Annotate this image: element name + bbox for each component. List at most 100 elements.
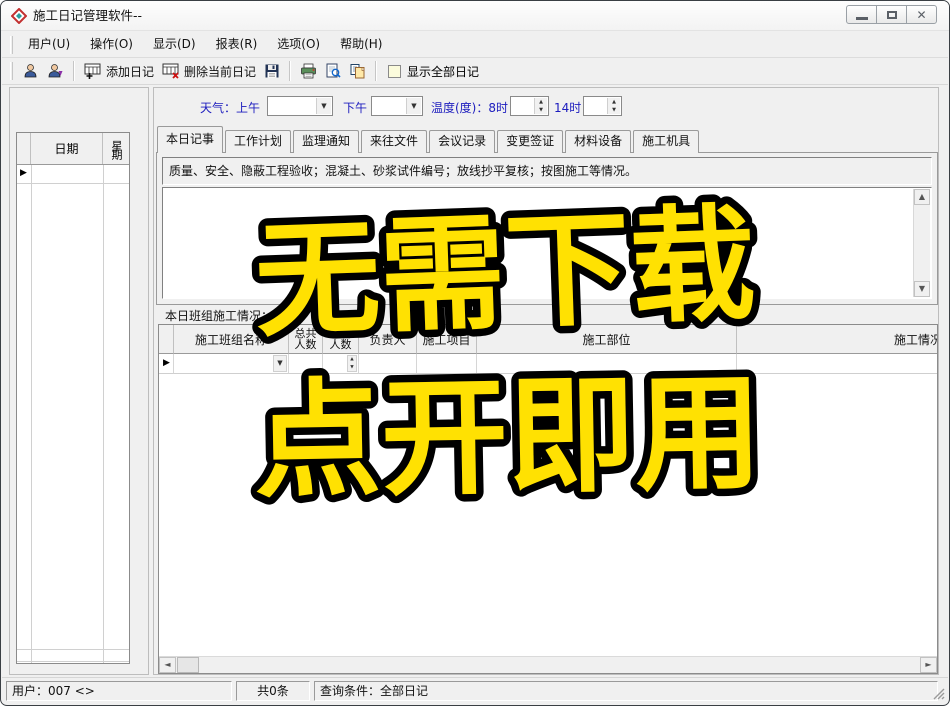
grid-line bbox=[17, 649, 129, 650]
spin-down-icon: ▼ bbox=[348, 364, 356, 372]
tab-meeting-minutes[interactable]: 会议记录 bbox=[429, 130, 495, 153]
delete-diary-button[interactable] bbox=[158, 61, 184, 81]
tab-change-visa[interactable]: 变更签证 bbox=[497, 130, 563, 153]
user-logout-button[interactable] bbox=[43, 61, 68, 81]
user-login-button[interactable] bbox=[18, 61, 43, 81]
crew-location-header: 施工部位 bbox=[477, 325, 737, 354]
resize-grip[interactable] bbox=[932, 687, 945, 700]
spin-up-icon: ▲ bbox=[348, 356, 356, 364]
export-button[interactable] bbox=[345, 61, 370, 81]
diary-memo[interactable]: ▲ ▼ bbox=[162, 187, 932, 299]
dropdown-arrow-icon[interactable]: ▼ bbox=[406, 98, 421, 114]
crew-grid-horizontal-scrollbar[interactable]: ◄ ► bbox=[159, 656, 937, 673]
tab-daily-notes[interactable]: 本日记事 bbox=[157, 126, 223, 153]
weather-morning-label: 天气：上午 bbox=[200, 99, 260, 116]
diary-hint-text: 质量、安全、隐蔽工程验收；混凝土、砂浆试件编号；放线抄平复核；按图施工等情况。 bbox=[162, 157, 932, 185]
weather-morning-select[interactable]: ▼ bbox=[267, 96, 333, 116]
tab-correspondence[interactable]: 来往文件 bbox=[361, 130, 427, 153]
copy-pages-icon bbox=[349, 63, 366, 79]
memo-vertical-scrollbar[interactable]: ▲ ▼ bbox=[913, 189, 930, 297]
printer-icon bbox=[300, 63, 317, 79]
window-title: 施工日记管理软件-- bbox=[33, 1, 142, 31]
temp-8h-label: 温度(度)：8时 bbox=[431, 99, 508, 116]
week-column-header: 星期 bbox=[103, 133, 129, 164]
crew-leader-cell[interactable] bbox=[359, 354, 417, 374]
crew-team-cell[interactable]: ▼ bbox=[174, 354, 289, 374]
print-button[interactable] bbox=[296, 61, 321, 81]
preview-button[interactable] bbox=[321, 61, 345, 81]
app-icon bbox=[11, 8, 27, 24]
scroll-right-icon[interactable]: ► bbox=[920, 657, 937, 673]
status-count: 共0条 bbox=[236, 681, 310, 701]
main-panel: 天气：上午 ▼ 下午 ▼ 温度(度)：8时 ▲ ▼ 14时 ▲ ▼ bbox=[153, 87, 939, 675]
tab-work-plan[interactable]: 工作计划 bbox=[225, 130, 291, 153]
crew-total-header: 总共 人数 bbox=[289, 325, 323, 354]
restore-button[interactable] bbox=[876, 5, 907, 24]
menu-operate[interactable]: 操作(O) bbox=[80, 32, 143, 57]
save-button[interactable] bbox=[260, 61, 284, 81]
crew-attend-cell[interactable]: ▲ ▼ bbox=[323, 354, 359, 374]
dropdown-arrow-icon[interactable]: ▼ bbox=[273, 355, 287, 372]
delete-diary-icon bbox=[162, 63, 180, 79]
tab-materials-equipment[interactable]: 材料设备 bbox=[565, 130, 631, 153]
temp-14h-label: 14时 bbox=[554, 99, 581, 116]
menu-display[interactable]: 显示(D) bbox=[143, 32, 206, 57]
user-icon bbox=[22, 63, 39, 79]
status-bar: 用户：007 <> 共0条 查询条件：全部日记 bbox=[2, 677, 948, 704]
menu-report[interactable]: 报表(R) bbox=[206, 32, 268, 57]
preview-icon bbox=[325, 63, 341, 79]
tab-supervision-notice[interactable]: 监理通知 bbox=[293, 130, 359, 153]
spinner-buttons[interactable]: ▲ ▼ bbox=[607, 98, 620, 114]
grid-line bbox=[17, 183, 129, 184]
date-column-header: 日期 bbox=[31, 133, 103, 164]
crew-project-cell[interactable] bbox=[417, 354, 477, 374]
crew-grid[interactable]: 施工班组名称 总共 人数 出勤 人数 负责人 施工项目 施工部位 施工情况 ▶ … bbox=[158, 324, 938, 674]
date-grid[interactable]: 日期 星期 ▶ bbox=[16, 132, 130, 664]
add-diary-label: 添加日记 bbox=[106, 63, 154, 80]
spin-down-icon: ▼ bbox=[608, 106, 620, 114]
menu-user[interactable]: 用户(U) bbox=[18, 32, 80, 57]
toolbar-grip bbox=[10, 62, 13, 80]
current-row-marker-icon: ▶ bbox=[163, 358, 170, 368]
tab-construction-machinery[interactable]: 施工机具 bbox=[633, 130, 699, 153]
crew-row-selector[interactable]: ▶ bbox=[159, 354, 174, 374]
date-grid-header: 日期 星期 bbox=[17, 133, 129, 165]
close-button[interactable]: ✕ bbox=[906, 5, 937, 24]
scroll-left-icon[interactable]: ◄ bbox=[159, 657, 176, 673]
show-all-checkbox[interactable] bbox=[388, 65, 401, 78]
crew-total-cell[interactable] bbox=[289, 354, 323, 374]
scroll-down-icon[interactable]: ▼ bbox=[914, 281, 930, 297]
grid-line bbox=[17, 661, 129, 662]
date-panel: 日期 星期 ▶ bbox=[9, 87, 149, 675]
spinner-buttons[interactable]: ▲ ▼ bbox=[347, 355, 357, 372]
date-grid-selector-header bbox=[17, 133, 31, 164]
temp-14h-input[interactable]: ▲ ▼ bbox=[583, 96, 622, 116]
scrollbar-thumb[interactable] bbox=[177, 657, 199, 673]
temp-8h-input[interactable]: ▲ ▼ bbox=[510, 96, 549, 116]
crew-situation-header-text: 施工情况 bbox=[894, 331, 938, 348]
status-user: 用户：007 <> bbox=[6, 681, 232, 701]
scroll-up-icon[interactable]: ▲ bbox=[914, 189, 930, 205]
add-diary-icon bbox=[84, 63, 102, 79]
add-diary-button[interactable]: 添加日记 bbox=[80, 61, 158, 82]
spin-up-icon: ▲ bbox=[608, 98, 620, 106]
menu-options[interactable]: 选项(O) bbox=[267, 32, 330, 57]
crew-situation-cell[interactable] bbox=[737, 354, 938, 374]
spinner-buttons[interactable]: ▲ ▼ bbox=[534, 98, 547, 114]
date-grid-body[interactable]: ▶ bbox=[17, 165, 129, 663]
minimize-button[interactable] bbox=[846, 5, 877, 24]
title-bar[interactable]: 施工日记管理软件-- ✕ bbox=[1, 1, 949, 31]
delete-diary-label: 删除当前日记 bbox=[184, 63, 256, 80]
app-window: 施工日记管理软件-- ✕ 用户(U) 操作(O) 显示(D) 报表(R) 选项(… bbox=[0, 0, 950, 706]
weather-afternoon-select[interactable]: ▼ bbox=[371, 96, 423, 116]
crew-selector-header bbox=[159, 325, 174, 354]
spin-up-icon: ▲ bbox=[535, 98, 547, 106]
user-arrow-icon bbox=[47, 63, 64, 79]
crew-attend-header: 出勤 人数 bbox=[323, 325, 359, 354]
dropdown-arrow-icon[interactable]: ▼ bbox=[316, 98, 331, 114]
crew-location-cell[interactable] bbox=[477, 354, 737, 374]
toolbar-separator bbox=[73, 61, 75, 81]
toolbar-separator bbox=[375, 61, 377, 81]
menu-help[interactable]: 帮助(H) bbox=[330, 32, 392, 57]
daily-notes-tab-page: 质量、安全、隐蔽工程验收；混凝土、砂浆试件编号；放线抄平复核；按图施工等情况。 … bbox=[156, 152, 938, 305]
